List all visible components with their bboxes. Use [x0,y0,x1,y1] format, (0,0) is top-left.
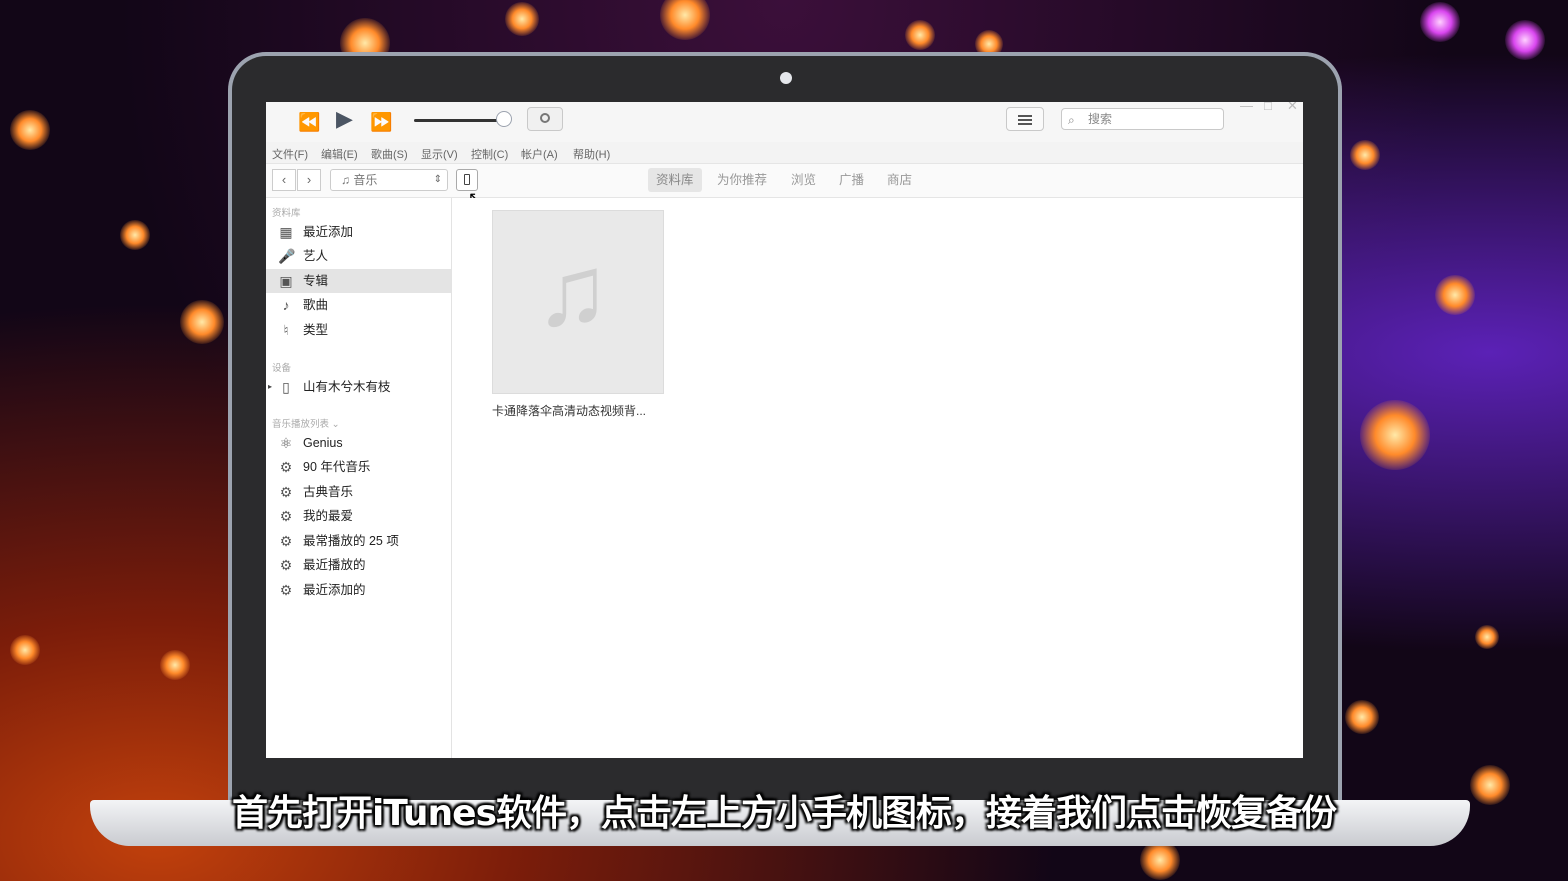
volume-slider[interactable] [414,119,506,122]
maximize-button[interactable]: □ [1264,102,1272,113]
sidebar-item-playlist[interactable]: ⚙ 最近添加的 [266,578,451,602]
itunes-window: ⏪ ▶ ⏩ ⌕ 搜索 — □ ✕ 文件(F) 编辑(E) 歌曲(S) 显示(V)… [266,102,1303,758]
sidebar-item-label: 山有木兮木有枝 [303,380,391,394]
video-subtitle: 首先打开iTunes软件，点击左上方小手机图标，接着我们点击恢复备份 [231,793,1337,834]
tab-store[interactable]: 商店 [879,168,920,192]
album-icon: ▣ [279,273,293,289]
tab-for-you[interactable]: 为你推荐 [709,168,775,192]
gear-icon: ⚙ [279,582,293,598]
sidebar-item-label: 艺人 [303,249,329,263]
album-title[interactable]: 卡通降落伞高清动态视频背... [492,402,646,419]
menu-account[interactable]: 帐户(A) [521,146,558,162]
iphone-icon: ▯ [282,379,290,395]
tab-radio[interactable]: 广播 [831,168,872,192]
sidebar-item-label: 最近添加 [303,225,354,239]
airplay-icon [540,113,550,123]
sidebar-item-recently-added[interactable]: ▦ 最近添加 [266,220,451,244]
music-note-icon: ♪ [282,297,290,313]
calendar-grid-icon: ▦ [279,224,293,240]
sidebar: 资料库 ▦ 最近添加 🎤 艺人 ▣ 专辑 ♪ 歌曲 ♮ 类型 设备 ▸ ▯ 山有… [266,198,452,758]
airplay-button[interactable] [527,107,563,131]
sidebar-section-library: 资料库 [272,208,301,219]
album-artwork[interactable]: ♫ [492,210,664,394]
toolbar: ‹ › ♫ 音乐 ⇕ ↖ 资料库 为你推荐 浏览 广播 商店 [266,164,1303,207]
album-grid: ♫ 卡通降落伞高清动态视频背... [452,198,1303,758]
menu-song[interactable]: 歌曲(S) [371,146,408,162]
section-label: 音乐播放列表 [272,419,330,430]
menu-bar: 文件(F) 编辑(E) 歌曲(S) 显示(V) 控制(C) 帐户(A) 帮助(H… [266,142,1303,164]
media-kind-select[interactable]: ♫ 音乐 ⇕ [330,169,448,191]
music-note-icon: ♫ [341,173,350,187]
sidebar-item-label: 90 年代音乐 [303,460,371,474]
sidebar-item-genius[interactable]: ⚛ Genius [266,431,451,455]
sidebar-item-genres[interactable]: ♮ 类型 [266,318,451,342]
sidebar-item-label: 最近播放的 [303,558,366,572]
select-arrows-icon: ⇕ [433,174,442,185]
sidebar-item-label: 最常播放的 25 项 [303,534,399,548]
chevron-down-icon: ⌄ [331,419,340,430]
sidebar-item-device[interactable]: ▯ 山有木兮木有枝 [266,375,451,399]
sidebar-item-albums[interactable]: ▣ 专辑 [266,269,451,293]
genre-icon: ♮ [283,322,289,338]
microphone-icon: 🎤 [278,248,296,264]
forward-button[interactable]: › [297,169,321,191]
menu-controls[interactable]: 控制(C) [471,146,508,162]
sidebar-item-label: 专辑 [303,274,329,288]
sidebar-item-label: Genius [303,436,343,450]
menu-edit[interactable]: 编辑(E) [321,146,358,162]
title-bar: ⏪ ▶ ⏩ ⌕ 搜索 — □ ✕ [266,102,1303,142]
play-icon[interactable]: ▶ [336,108,353,130]
sidebar-section-playlists[interactable]: 音乐播放列表 ⌄ [272,416,340,430]
gear-icon: ⚙ [279,459,293,475]
music-note-placeholder-icon: ♫ [535,235,610,347]
menu-help[interactable]: 帮助(H) [573,146,610,162]
search-placeholder: 搜索 [1088,112,1113,126]
gear-icon: ⚙ [279,508,293,524]
iphone-icon [464,174,470,185]
volume-slider-knob[interactable] [496,111,512,127]
rewind-icon[interactable]: ⏪ [298,113,320,131]
sidebar-item-label: 古典音乐 [303,485,354,499]
up-next-list-button[interactable] [1006,107,1044,131]
tab-browse[interactable]: 浏览 [783,168,824,192]
sidebar-item-label: 我的最爱 [303,509,354,523]
sidebar-item-playlist[interactable]: ⚙ 90 年代音乐 [266,455,451,479]
genius-atom-icon: ⚛ [279,435,293,451]
search-input[interactable]: ⌕ 搜索 [1061,108,1224,130]
gear-icon: ⚙ [279,533,293,549]
search-icon: ⌕ [1068,113,1075,127]
sidebar-item-playlist[interactable]: ⚙ 我的最爱 [266,504,451,528]
tab-library[interactable]: 资料库 [648,168,702,192]
menu-view[interactable]: 显示(V) [421,146,458,162]
media-kind-label: 音乐 [353,173,378,187]
gear-icon: ⚙ [279,484,293,500]
sidebar-item-playlist[interactable]: ⚙ 古典音乐 [266,480,451,504]
sidebar-section-devices: 设备 [272,363,292,374]
gear-icon: ⚙ [279,557,293,573]
back-button[interactable]: ‹ [272,169,296,191]
sidebar-item-songs[interactable]: ♪ 歌曲 [266,293,451,317]
minimize-button[interactable]: — [1240,102,1253,113]
sidebar-item-label: 类型 [303,323,329,337]
menu-file[interactable]: 文件(F) [272,146,308,162]
sidebar-item-label: 歌曲 [303,298,329,312]
fast-forward-icon[interactable]: ⏩ [370,113,392,131]
close-button[interactable]: ✕ [1287,102,1298,114]
sidebar-item-label: 最近添加的 [303,583,366,597]
sidebar-item-playlist[interactable]: ⚙ 最常播放的 25 项 [266,529,451,553]
sidebar-item-artists[interactable]: 🎤 艺人 [266,244,451,268]
webcam [780,72,792,84]
sidebar-item-playlist[interactable]: ⚙ 最近播放的 [266,553,451,577]
